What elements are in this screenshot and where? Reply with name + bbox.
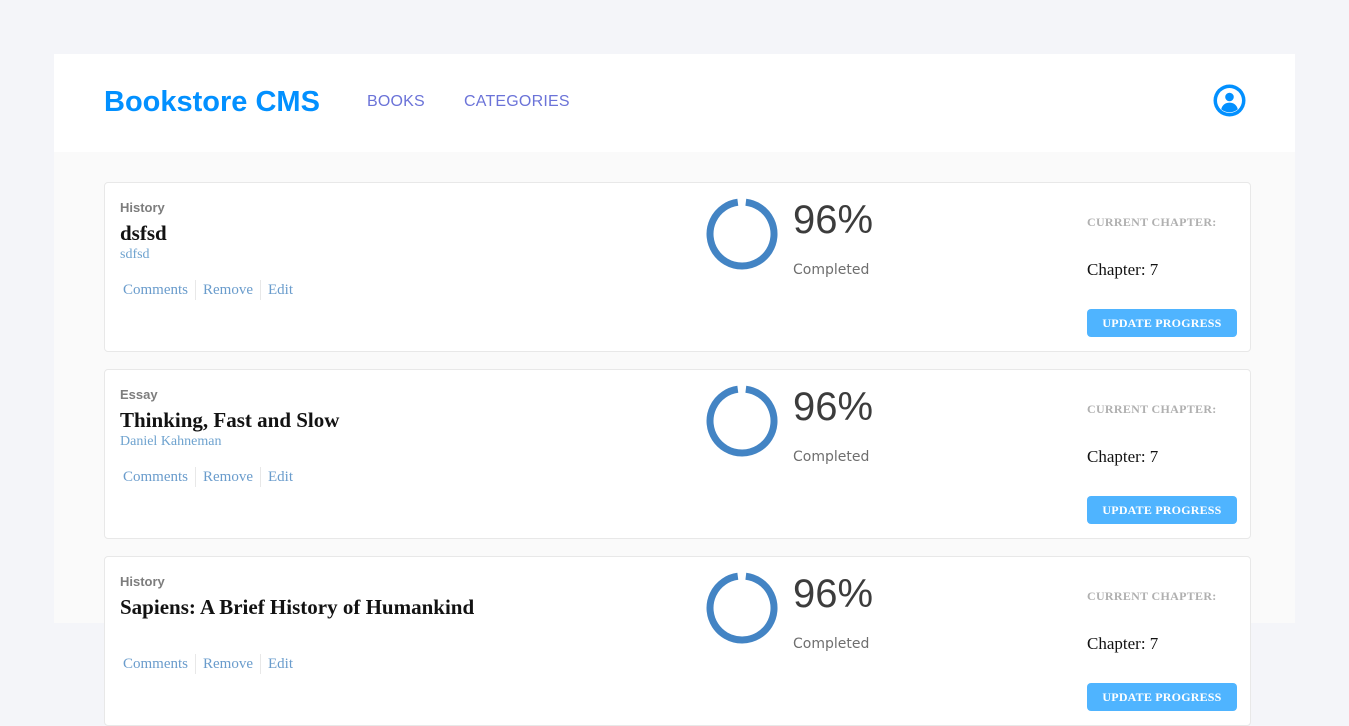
- progress-completed-label: Completed: [793, 449, 870, 465]
- book-author[interactable]: Daniel Kahneman: [120, 434, 221, 450]
- user-circle-icon: [1213, 84, 1246, 117]
- edit-button[interactable]: Edit: [260, 280, 300, 300]
- book-title: Sapiens: A Brief History of Humankind: [120, 595, 475, 619]
- remove-button[interactable]: Remove: [195, 280, 260, 300]
- remove-button[interactable]: Remove: [195, 654, 260, 674]
- current-chapter-label: CURRENT CHAPTER:: [1087, 402, 1217, 416]
- current-chapter-value: Chapter: 7: [1087, 260, 1159, 279]
- book-genre: Essay: [120, 387, 158, 402]
- app-logo: Bookstore CMS: [104, 86, 320, 118]
- update-progress-button[interactable]: UPDATE PROGRESS: [1087, 683, 1237, 711]
- current-chapter-value: Chapter: 7: [1087, 634, 1159, 653]
- book-card: History dsfsd sdfsd Comments Remove Edit…: [104, 182, 1251, 352]
- current-chapter-label: CURRENT CHAPTER:: [1087, 215, 1217, 229]
- book-author[interactable]: sdfsd: [120, 247, 150, 263]
- current-chapter-label: CURRENT CHAPTER:: [1087, 589, 1217, 603]
- progress-percent: 96%: [793, 385, 874, 429]
- progress-percent: 96%: [793, 572, 874, 616]
- progress-completed-label: Completed: [793, 636, 870, 652]
- book-actions: Comments Remove Edit: [120, 280, 300, 300]
- progress-ring-arc: [706, 572, 778, 644]
- comments-button[interactable]: Comments: [120, 280, 195, 300]
- nav-books-link[interactable]: BOOKS: [367, 93, 425, 111]
- remove-button[interactable]: Remove: [195, 467, 260, 487]
- user-profile-button[interactable]: [1213, 84, 1246, 117]
- progress-completed-label: Completed: [793, 262, 870, 278]
- book-actions: Comments Remove Edit: [120, 654, 300, 674]
- current-chapter-value: Chapter: 7: [1087, 447, 1159, 466]
- book-genre: History: [120, 200, 165, 215]
- book-card: Essay Thinking, Fast and Slow Daniel Kah…: [104, 369, 1251, 539]
- progress-percent: 96%: [793, 198, 874, 242]
- main-panel: Bookstore CMS BOOKS CATEGORIES History d…: [54, 54, 1295, 726]
- book-genre: History: [120, 574, 165, 589]
- app-header: Bookstore CMS BOOKS CATEGORIES: [54, 54, 1295, 152]
- edit-button[interactable]: Edit: [260, 654, 300, 674]
- comments-button[interactable]: Comments: [120, 654, 195, 674]
- update-progress-button[interactable]: UPDATE PROGRESS: [1087, 496, 1237, 524]
- progress-ring: [706, 385, 778, 457]
- update-progress-button[interactable]: UPDATE PROGRESS: [1087, 309, 1237, 337]
- book-card: History Sapiens: A Brief History of Huma…: [104, 556, 1251, 726]
- nav-categories-link[interactable]: CATEGORIES: [464, 93, 570, 111]
- progress-ring: [706, 572, 778, 644]
- progress-ring: [706, 198, 778, 270]
- comments-button[interactable]: Comments: [120, 467, 195, 487]
- book-title: dsfsd: [120, 221, 167, 245]
- book-actions: Comments Remove Edit: [120, 467, 300, 487]
- progress-ring-arc: [706, 385, 778, 457]
- book-title: Thinking, Fast and Slow: [120, 408, 340, 432]
- edit-button[interactable]: Edit: [260, 467, 300, 487]
- progress-ring-arc: [706, 198, 778, 270]
